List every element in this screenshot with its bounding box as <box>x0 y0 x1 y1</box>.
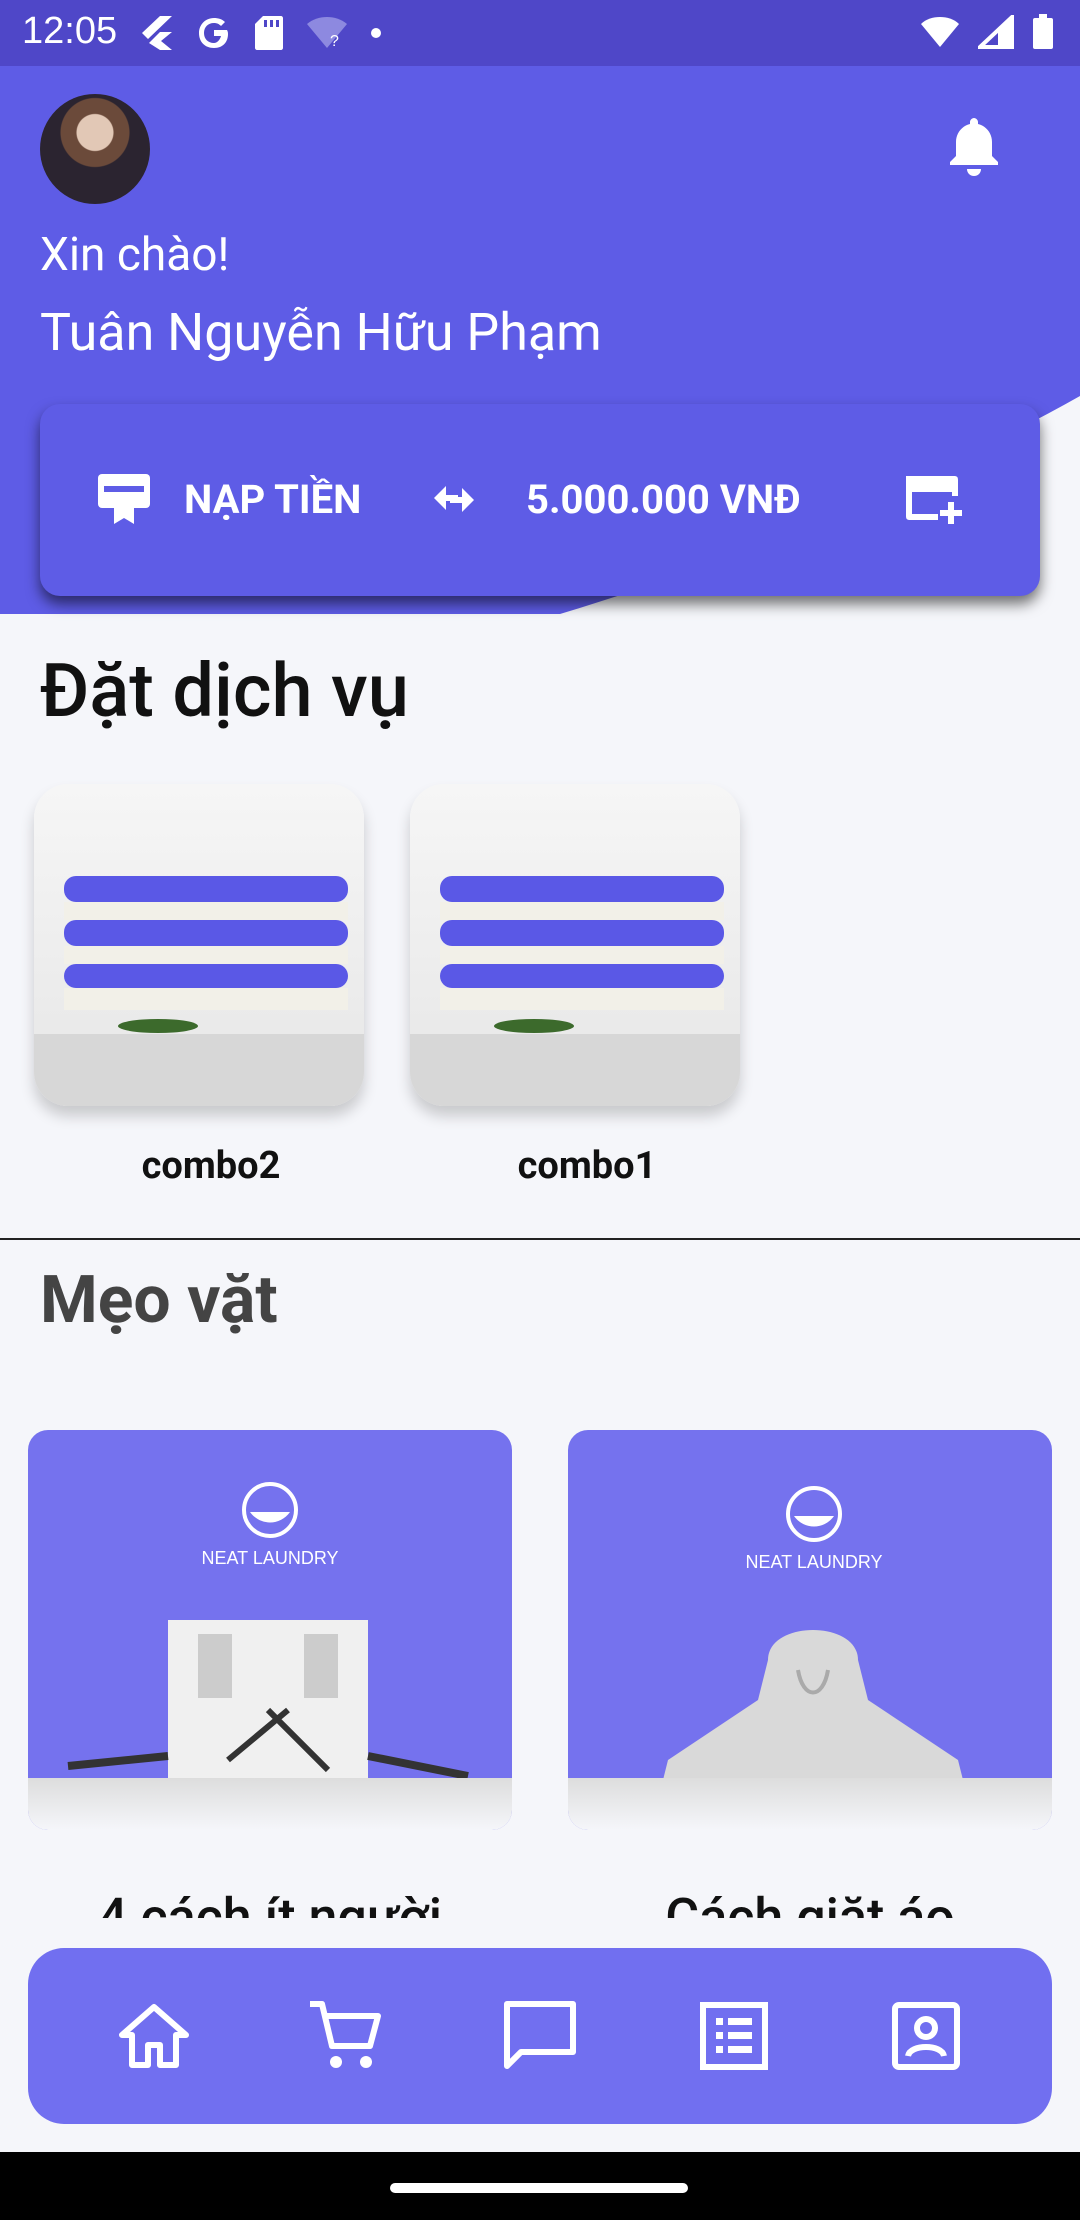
google-icon <box>199 18 228 48</box>
home-icon <box>119 2004 189 2068</box>
brand-text: NEAT LAUNDRY <box>201 1548 338 1568</box>
service-card-combo2[interactable] <box>34 784 364 1106</box>
top-up-button[interactable]: NẠP TIỀN <box>184 476 361 523</box>
service-name[interactable]: combo2 <box>46 1144 376 1188</box>
flutter-icon <box>142 16 172 50</box>
brand-text: NEAT LAUNDRY <box>745 1552 882 1572</box>
nav-cart[interactable] <box>304 1994 388 2078</box>
tip-card-shade <box>28 1778 512 1830</box>
laundry-logo-icon: NEAT LAUNDRY <box>67 1482 469 1810</box>
tip-card-shade <box>568 1778 1052 1830</box>
service-card-combo1[interactable] <box>410 784 740 1106</box>
tips-section-title: Mẹo vặt <box>40 1262 278 1339</box>
profile-icon <box>892 2002 960 2070</box>
signal-icon <box>978 15 1014 49</box>
tip-card[interactable]: NEAT LAUNDRY <box>568 1430 1052 1830</box>
top-up-icon[interactable] <box>94 470 154 528</box>
nav-home[interactable] <box>112 1994 196 2078</box>
greeting-text: Xin chào! <box>40 228 230 282</box>
bottom-nav <box>28 1948 1052 2124</box>
home-gesture-handle[interactable] <box>390 2183 688 2193</box>
cart-icon <box>310 2001 381 2068</box>
chat-icon <box>504 2001 576 2069</box>
towel-stack-image <box>34 876 364 1106</box>
swap-icon[interactable] <box>424 474 484 524</box>
list-icon <box>700 2002 768 2070</box>
wifi-icon <box>921 17 959 47</box>
balance-amount: 5.000.000 VNĐ <box>526 476 801 523</box>
wifi-unknown-icon: ? <box>307 17 347 50</box>
service-name[interactable]: combo1 <box>422 1144 752 1188</box>
tip-title[interactable]: Cách giặt áo <box>568 1880 1052 1918</box>
user-name: Tuân Nguyễn Hữu Phạm <box>40 302 602 363</box>
battery-icon <box>1033 14 1053 49</box>
services-section-title: Đặt dịch vụ <box>40 648 409 735</box>
status-system-icons <box>920 14 1054 50</box>
sd-card-icon <box>255 16 283 50</box>
add-card-icon[interactable] <box>900 470 966 528</box>
dot-icon <box>371 28 381 38</box>
avatar[interactable] <box>40 94 150 204</box>
tip-card[interactable]: NEAT LAUNDRY <box>28 1430 512 1830</box>
tip-title[interactable]: 4 cách ít người <box>28 1880 512 1918</box>
nav-orders[interactable] <box>692 1994 776 2078</box>
wallet-card: NẠP TIỀN 5.000.000 VNĐ <box>40 404 1040 596</box>
status-notification-icons: ? <box>140 14 382 52</box>
nav-chat[interactable] <box>498 1994 582 2078</box>
status-time: 12:05 <box>22 10 118 52</box>
bell-icon[interactable] <box>946 116 1002 178</box>
status-bar: 12:05 ? <box>0 0 1080 66</box>
svg-text:?: ? <box>330 33 339 50</box>
section-divider <box>0 1238 1080 1240</box>
towel-stack-image <box>410 876 740 1106</box>
laundry-logo-icon: NEAT LAUNDRY <box>658 1486 968 1800</box>
nav-profile[interactable] <box>884 1994 968 2078</box>
